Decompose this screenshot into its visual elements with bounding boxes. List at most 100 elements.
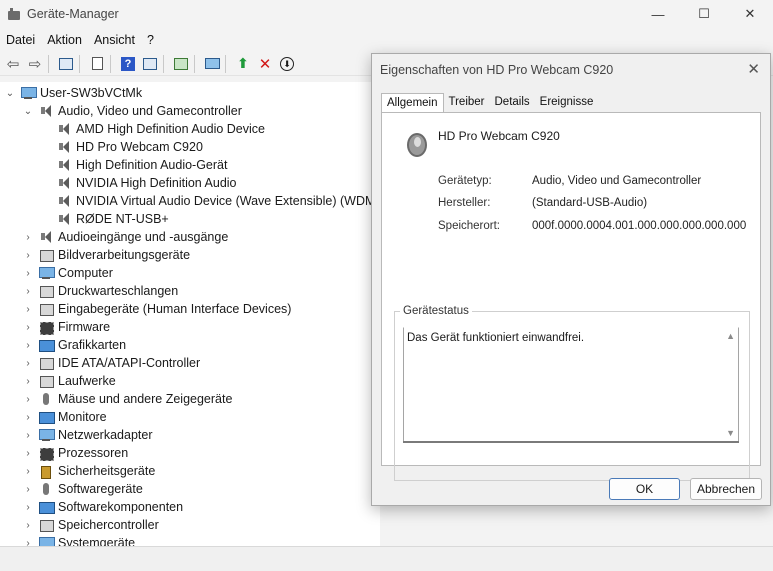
- toolbar-separator: [225, 54, 226, 73]
- show-hide-console-tree-icon[interactable]: [57, 55, 75, 73]
- security-device-icon: [38, 464, 54, 479]
- uninstall-device-icon[interactable]: ✕: [256, 55, 274, 73]
- tab-ereignisse[interactable]: Ereignisse: [535, 93, 599, 113]
- processor-icon: [38, 446, 54, 461]
- maximize-button[interactable]: ☐: [681, 0, 727, 28]
- scroll-down-icon[interactable]: ▼: [726, 428, 735, 438]
- chevron-right-icon[interactable]: ›: [22, 538, 34, 547]
- menu-aktion[interactable]: Aktion: [41, 33, 88, 47]
- ok-button[interactable]: OK: [609, 478, 680, 500]
- back-arrow-icon[interactable]: ⇦: [4, 55, 22, 73]
- tree-category[interactable]: › IDE ATA/ATAPI-Controller: [22, 354, 200, 372]
- tree-category[interactable]: › Laufwerke: [22, 372, 116, 390]
- help-icon[interactable]: ?: [119, 55, 137, 73]
- tree-root[interactable]: ⌄ User-SW3bVCtMk: [4, 84, 142, 102]
- dialog-close-icon[interactable]: ✕: [747, 60, 760, 78]
- tree-device[interactable]: RØDE NT-USB+: [52, 210, 169, 228]
- tree-category[interactable]: › Softwaregeräte: [22, 480, 143, 498]
- tree-category-label: Computer: [58, 266, 113, 280]
- disable-device-icon[interactable]: ⬇: [278, 55, 296, 73]
- tree-category[interactable]: › Mäuse und andere Zeigegeräte: [22, 390, 232, 408]
- tab-allgemein[interactable]: Allgemein: [381, 93, 444, 113]
- title-bar: Geräte-Manager — ☐ ✕: [0, 0, 773, 28]
- update-driver-icon[interactable]: ⬆: [234, 55, 252, 73]
- toolbar-separator: [48, 54, 49, 73]
- network-adapter-icon: [38, 428, 55, 442]
- forward-arrow-icon[interactable]: ⇨: [26, 55, 44, 73]
- software-device-icon: [38, 482, 54, 496]
- tree-device[interactable]: NVIDIA High Definition Audio: [52, 174, 237, 192]
- printer-icon: [38, 284, 54, 298]
- toolbar-separator: [163, 54, 164, 73]
- chevron-right-icon[interactable]: ›: [22, 412, 34, 423]
- tree-device-label: NVIDIA Virtual Audio Device (Wave Extens…: [76, 194, 380, 208]
- tree-category[interactable]: › Computer: [22, 264, 113, 282]
- chevron-right-icon[interactable]: ›: [22, 340, 34, 351]
- properties-icon[interactable]: [88, 55, 106, 73]
- chevron-right-icon[interactable]: ›: [22, 322, 34, 333]
- tree-category-label: Druckwarteschlangen: [58, 284, 179, 298]
- tree-category[interactable]: › Audioeingänge und -ausgänge: [22, 228, 228, 246]
- scan-hardware-icon[interactable]: [172, 55, 190, 73]
- speaker-icon: [56, 176, 72, 190]
- menu-datei[interactable]: Datei: [0, 33, 41, 47]
- minimize-button[interactable]: —: [635, 0, 681, 28]
- chevron-right-icon[interactable]: ›: [22, 430, 34, 441]
- device-status-textbox[interactable]: Das Gerät funktioniert einwandfrei. ▲ ▼: [403, 327, 739, 443]
- tab-details[interactable]: Details: [490, 93, 535, 113]
- chevron-down-icon[interactable]: ⌄: [22, 106, 34, 117]
- chevron-right-icon[interactable]: ›: [22, 376, 34, 387]
- system-device-icon: [38, 536, 55, 546]
- tree-device[interactable]: AMD High Definition Audio Device: [52, 120, 265, 138]
- device-name: HD Pro Webcam C920: [438, 129, 560, 143]
- tree-category-label: Eingabegeräte (Human Interface Devices): [58, 302, 292, 316]
- chevron-down-icon[interactable]: ⌄: [4, 88, 16, 99]
- tree-category[interactable]: › Eingabegeräte (Human Interface Devices…: [22, 300, 291, 318]
- tree-category-label: Sicherheitsgeräte: [58, 464, 156, 478]
- tree-category[interactable]: › Sicherheitsgeräte: [22, 462, 155, 480]
- chevron-right-icon[interactable]: ›: [22, 394, 34, 405]
- device-tree[interactable]: ⌄ User-SW3bVCtMk ⌄ Audio, Video und Game…: [0, 82, 380, 546]
- menu-help[interactable]: ?: [141, 33, 160, 47]
- speaker-icon: [406, 127, 434, 157]
- tree-device[interactable]: High Definition Audio-Gerät: [52, 156, 227, 174]
- action-pane-icon[interactable]: [141, 55, 159, 73]
- scroll-up-icon[interactable]: ▲: [726, 331, 735, 341]
- tree-device-label: High Definition Audio-Gerät: [76, 158, 228, 172]
- tree-device[interactable]: NVIDIA Virtual Audio Device (Wave Extens…: [52, 192, 380, 210]
- tree-device[interactable]: HD Pro Webcam C920: [52, 138, 203, 156]
- monitor-icon[interactable]: [203, 55, 221, 73]
- tree-category[interactable]: › Speichercontroller: [22, 516, 159, 534]
- computer-icon: [20, 86, 37, 100]
- tab-treiber[interactable]: Treiber: [444, 93, 490, 113]
- tree-category[interactable]: › Firmware: [22, 318, 110, 336]
- chevron-right-icon[interactable]: ›: [22, 502, 34, 513]
- chevron-right-icon[interactable]: ›: [22, 484, 34, 495]
- tree-category-label: IDE ATA/ATAPI-Controller: [58, 356, 201, 370]
- speaker-icon: [56, 140, 72, 154]
- chevron-right-icon[interactable]: ›: [22, 304, 34, 315]
- tree-category[interactable]: › Monitore: [22, 408, 107, 426]
- chevron-right-icon[interactable]: ›: [22, 466, 34, 477]
- tree-category[interactable]: › Prozessoren: [22, 444, 128, 462]
- tree-device-label: HD Pro Webcam C920: [76, 140, 203, 154]
- close-button[interactable]: ✕: [727, 0, 773, 28]
- tree-category-audio-video[interactable]: ⌄ Audio, Video und Gamecontroller: [22, 102, 242, 120]
- chevron-right-icon[interactable]: ›: [22, 448, 34, 459]
- chevron-right-icon[interactable]: ›: [22, 358, 34, 369]
- chevron-right-icon[interactable]: ›: [22, 232, 34, 243]
- tree-category[interactable]: › Softwarekomponenten: [22, 498, 183, 516]
- chevron-right-icon[interactable]: ›: [22, 286, 34, 297]
- tree-category[interactable]: › Systemgeräte: [22, 534, 135, 546]
- chevron-right-icon[interactable]: ›: [22, 268, 34, 279]
- cancel-button[interactable]: Abbrechen: [690, 478, 762, 500]
- menu-ansicht[interactable]: Ansicht: [88, 33, 141, 47]
- tree-category-label: Softwaregeräte: [58, 482, 143, 496]
- tree-category[interactable]: › Netzwerkadapter: [22, 426, 152, 444]
- chevron-right-icon[interactable]: ›: [22, 520, 34, 531]
- tree-category[interactable]: › Bildverarbeitungsgeräte: [22, 246, 190, 264]
- computer-icon: [38, 266, 55, 280]
- tree-category[interactable]: › Grafikkarten: [22, 336, 126, 354]
- chevron-right-icon[interactable]: ›: [22, 250, 34, 261]
- tree-category[interactable]: › Druckwarteschlangen: [22, 282, 178, 300]
